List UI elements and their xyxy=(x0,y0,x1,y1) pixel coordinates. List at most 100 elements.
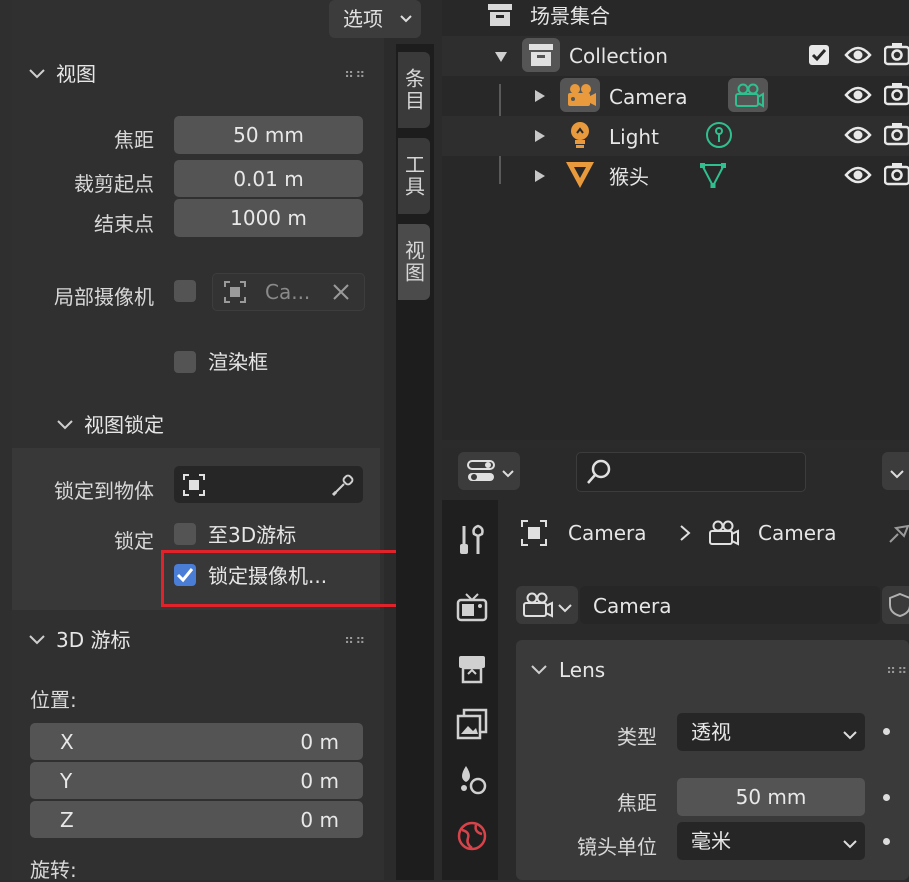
eyedropper-icon[interactable] xyxy=(330,472,356,502)
chevron-down-icon xyxy=(28,632,46,651)
disclosure-closed-icon[interactable] xyxy=(534,128,546,147)
camera-object-icon xyxy=(560,78,600,112)
pin-icon[interactable] xyxy=(886,520,909,550)
type-select[interactable]: 透视 xyxy=(677,713,865,751)
disclosure-closed-icon[interactable] xyxy=(534,88,546,107)
tool-settings-icon[interactable] xyxy=(456,522,488,562)
outliner-row-monkey[interactable]: 猴头 xyxy=(442,156,909,196)
search-icon xyxy=(585,458,613,490)
outliner-row-collection[interactable]: Collection xyxy=(442,36,909,76)
lock-label: 锁定 xyxy=(114,529,154,553)
options-label: 选项 xyxy=(343,7,383,31)
camera-data-icon[interactable] xyxy=(728,78,768,112)
clip-start-value: 0.01 m xyxy=(233,167,304,191)
view-layer-tab-icon[interactable] xyxy=(456,708,488,744)
light-object-icon xyxy=(566,120,594,156)
camera-render-icon[interactable] xyxy=(883,162,909,190)
output-tab-icon[interactable] xyxy=(456,652,488,688)
render-region-checkbox[interactable] xyxy=(174,351,196,373)
clip-end-value: 1000 m xyxy=(230,206,307,230)
disclosure-open-icon[interactable] xyxy=(494,48,508,67)
options-menu-button[interactable]: 选项 xyxy=(329,0,421,38)
cursor-y-value: 0 m xyxy=(300,769,339,793)
lock-to-cursor-checkbox[interactable] xyxy=(174,523,196,545)
lens-panel-header[interactable]: Lens ⠶⠶ xyxy=(516,650,909,690)
camera-render-icon[interactable] xyxy=(883,122,909,150)
exclude-checkbox[interactable] xyxy=(808,44,830,70)
cursor-z-label: Z xyxy=(60,808,74,832)
lens-unit-select[interactable]: 毫米 xyxy=(677,822,865,860)
clear-icon[interactable] xyxy=(331,282,351,306)
world-tab-icon[interactable] xyxy=(456,820,488,856)
object-bounds-icon xyxy=(223,280,247,308)
search-input[interactable] xyxy=(576,452,806,492)
focal-field[interactable]: 50 mm xyxy=(677,778,865,816)
lock-to-object-selector[interactable] xyxy=(174,466,363,503)
tab-view-label: 视图 xyxy=(401,240,426,284)
mesh-data-icon[interactable] xyxy=(698,160,728,194)
outliner-row-scene[interactable]: 场景集合 xyxy=(442,0,909,36)
cursor-z-field[interactable]: Z 0 m xyxy=(30,801,363,838)
keyframe-dot[interactable] xyxy=(883,794,890,801)
chevron-down-icon xyxy=(843,726,857,745)
drag-handle-icon[interactable]: ⠶⠶ xyxy=(344,66,367,82)
options-dropdown-button[interactable] xyxy=(882,452,909,490)
camera-render-icon[interactable] xyxy=(883,42,909,70)
drag-handle-icon[interactable]: ⠶⠶ xyxy=(344,632,367,648)
collection-icon xyxy=(522,38,560,72)
viewport-edge xyxy=(0,0,12,880)
local-camera-checkbox[interactable] xyxy=(174,280,196,302)
tab-item[interactable]: 条目 xyxy=(398,52,430,128)
eye-icon[interactable] xyxy=(844,45,872,69)
chevron-down-icon xyxy=(502,465,514,484)
cursor-x-label: X xyxy=(60,730,74,754)
view-panel-header[interactable]: 视图 ⠶⠶ xyxy=(12,54,384,94)
lens-unit-label: 镜头单位 xyxy=(577,835,657,859)
chevron-down-icon xyxy=(890,465,904,484)
scene-tab-icon[interactable] xyxy=(456,764,488,800)
focal-length-field[interactable]: 50 mm xyxy=(174,116,363,154)
clip-end-field[interactable]: 1000 m xyxy=(174,199,363,237)
camera-data-icon xyxy=(520,590,554,624)
tab-tool[interactable]: 工具 xyxy=(398,138,430,214)
datablock-name-field[interactable]: Camera xyxy=(580,586,880,624)
cursor-x-field[interactable]: X 0 m xyxy=(30,723,363,760)
focal-length-label: 焦距 xyxy=(114,128,154,152)
local-camera-label: 局部摄像机 xyxy=(54,285,154,309)
type-value: 透视 xyxy=(691,720,731,744)
location-label: 位置: xyxy=(30,688,77,712)
light-data-icon[interactable] xyxy=(704,120,734,154)
datablock-type-button[interactable] xyxy=(516,586,578,624)
eye-icon[interactable] xyxy=(844,165,872,189)
clip-start-label: 裁剪起点 xyxy=(74,172,154,196)
breadcrumb: Camera Camera xyxy=(516,510,909,556)
camera-render-icon[interactable] xyxy=(883,82,909,110)
collection-label: Collection xyxy=(569,44,668,68)
cursor-panel-header[interactable]: 3D 游标 ⠶⠶ xyxy=(12,620,384,660)
keyframe-dot[interactable] xyxy=(883,728,890,735)
view-lock-header[interactable]: 视图锁定 xyxy=(40,405,380,445)
disclosure-closed-icon[interactable] xyxy=(534,168,546,187)
clip-start-field[interactable]: 0.01 m xyxy=(174,160,363,197)
fake-user-button[interactable] xyxy=(882,586,909,624)
tab-item-label: 条目 xyxy=(401,68,426,112)
clip-end-label: 结束点 xyxy=(94,212,154,236)
cursor-y-field[interactable]: Y 0 m xyxy=(30,762,363,799)
chevron-down-icon xyxy=(28,66,46,85)
local-camera-selector[interactable]: Ca... xyxy=(212,273,365,311)
keyframe-dot[interactable] xyxy=(883,838,890,845)
eye-icon[interactable] xyxy=(844,125,872,149)
outliner-row-light[interactable]: Light xyxy=(442,116,909,156)
drag-handle-icon[interactable]: ⠶⠶ xyxy=(886,662,909,678)
local-camera-value: Ca... xyxy=(265,280,311,304)
eye-icon[interactable] xyxy=(844,85,872,109)
light-label: Light xyxy=(609,125,659,149)
outliner-panel: 场景集合 Collection Camera Light 猴头 xyxy=(442,0,909,440)
focal-label: 焦距 xyxy=(617,791,657,815)
outliner-row-camera[interactable]: Camera xyxy=(442,76,909,116)
properties-tabs xyxy=(442,500,498,880)
tab-view[interactable]: 视图 xyxy=(398,224,430,300)
editor-type-button[interactable] xyxy=(458,452,520,490)
render-tab-icon[interactable] xyxy=(456,592,488,628)
lens-title: Lens xyxy=(559,658,606,682)
